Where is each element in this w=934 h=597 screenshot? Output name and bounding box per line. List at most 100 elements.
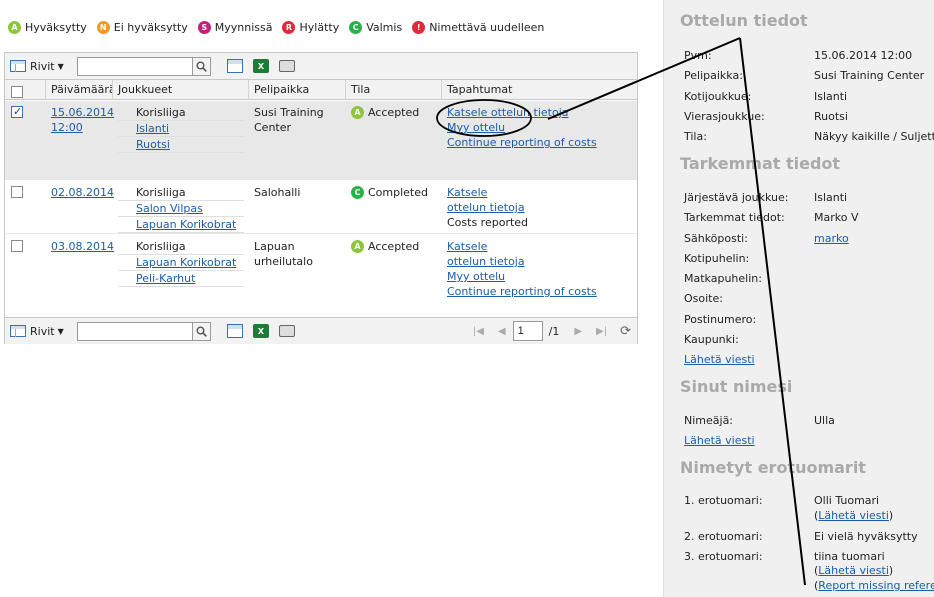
date-cell: 15.06.2014 12:00 bbox=[46, 101, 114, 179]
magnifier-icon[interactable] bbox=[193, 56, 211, 76]
row-checkbox[interactable] bbox=[11, 186, 23, 198]
referee-label: 2. erotuomari: bbox=[684, 530, 763, 543]
last-page-icon[interactable]: ▶| bbox=[596, 326, 607, 337]
accepted-status-icon: A bbox=[351, 106, 364, 119]
view-match-link[interactable]: Katsele ottelun tietoja bbox=[447, 240, 525, 268]
rows-label: Rivit bbox=[30, 324, 55, 338]
view-match-link[interactable]: Katsele ottelun tietoja bbox=[447, 106, 569, 119]
col-header-teams[interactable]: Joukkueet bbox=[113, 80, 249, 100]
sell-match-link[interactable]: Myy ottelu bbox=[447, 121, 505, 134]
league-name: Korisliiga bbox=[118, 239, 244, 255]
send-message-link[interactable]: Lähetä viesti bbox=[684, 353, 755, 366]
column-chooser-icon[interactable] bbox=[227, 59, 243, 73]
legend-label: Nimettävä uudelleen bbox=[429, 21, 545, 34]
excel-export-icon[interactable]: X bbox=[253, 59, 269, 73]
more-details-title: Tarkemmat tiedot bbox=[680, 154, 841, 173]
refresh-icon[interactable]: ⟳ bbox=[620, 324, 631, 339]
team-link[interactable]: Peli-Karhut bbox=[136, 272, 195, 285]
referee-value: tiina tuomari bbox=[814, 550, 885, 563]
date-link[interactable]: 02.08.2014 bbox=[51, 186, 114, 199]
page-number-input[interactable] bbox=[512, 321, 543, 341]
detail-label: Matkapuhelin: bbox=[684, 272, 762, 285]
printer-icon[interactable] bbox=[279, 60, 295, 72]
nominated-by-title: Sinut nimesi bbox=[680, 377, 793, 396]
send-message-link[interactable]: Lähetä viesti bbox=[684, 434, 755, 447]
league-name: Korisliiga bbox=[118, 105, 244, 121]
team-link[interactable]: Ruotsi bbox=[136, 138, 170, 151]
team-link[interactable]: Islanti bbox=[136, 122, 169, 135]
state-label: Completed bbox=[368, 186, 428, 199]
legend-label: Ei hyväksytty bbox=[113, 21, 188, 34]
col-header-events[interactable]: Tapahtumat bbox=[442, 80, 637, 100]
league-name: Korisliiga bbox=[118, 185, 244, 201]
detail-label: Sähköposti: bbox=[684, 232, 748, 245]
team-link[interactable]: Lapuan Korikobrat bbox=[136, 256, 236, 269]
detail-label: Osoite: bbox=[684, 292, 723, 305]
row-checkbox[interactable] bbox=[11, 104, 23, 119]
row-select-cell bbox=[5, 181, 46, 233]
send-message-link[interactable]: Lähetä viesti bbox=[818, 564, 889, 577]
table-row[interactable]: 02.08.2014 Korisliiga Salon Vilpas Lapua… bbox=[5, 181, 637, 234]
report-missing-referee-link[interactable]: Report missing referee bbox=[818, 579, 934, 592]
next-page-icon[interactable]: ▶ bbox=[574, 326, 582, 337]
time-link[interactable]: 12:00 bbox=[51, 121, 83, 134]
place-cell: Susi Training Center bbox=[254, 106, 324, 134]
send-message-link[interactable]: Lähetä viesti bbox=[818, 509, 889, 522]
detail-label: Järjestävä joukkue: bbox=[684, 191, 789, 204]
view-match-link[interactable]: Katsele ottelun tietoja bbox=[447, 186, 525, 214]
col-header-place[interactable]: Pelipaikka bbox=[249, 80, 346, 100]
row-checkbox[interactable] bbox=[11, 240, 23, 252]
detail-value: Susi Training Center bbox=[814, 69, 925, 82]
caret-down-icon: ▼ bbox=[57, 326, 64, 336]
place-label: Lapuan urheilutalo bbox=[254, 240, 313, 268]
search-input[interactable] bbox=[77, 56, 193, 76]
completed-status-icon: C bbox=[349, 21, 363, 34]
detail-label: Tila: bbox=[684, 130, 707, 143]
grid-rows-icon bbox=[10, 325, 26, 337]
prev-page-icon[interactable]: ◀ bbox=[498, 326, 506, 337]
col-header-date[interactable]: Päivämäärä bbox=[46, 80, 113, 100]
select-all-checkbox[interactable] bbox=[11, 86, 23, 98]
select-all-cell bbox=[5, 80, 46, 100]
teams-cell: Korisliiga Lapuan Korikobrat Peli-Karhut bbox=[113, 235, 249, 315]
search-input[interactable] bbox=[77, 321, 193, 341]
not-accepted-status-icon: N bbox=[96, 21, 110, 34]
first-page-icon[interactable]: |◀ bbox=[473, 326, 484, 337]
detail-label: Kaupunki: bbox=[684, 333, 739, 346]
email-link[interactable]: marko bbox=[814, 232, 849, 245]
table-row[interactable]: 03.08.2014 Korisliiga Lapuan Korikobrat … bbox=[5, 235, 637, 315]
excel-export-icon[interactable]: X bbox=[253, 324, 269, 338]
teams-cell: Korisliiga Salon Vilpas Lapuan Korikobra… bbox=[113, 181, 249, 233]
accepted-status-icon: A bbox=[351, 240, 364, 253]
detail-label: Tarkemmat tiedot: bbox=[684, 211, 785, 224]
continue-costs-link[interactable]: Continue reporting of costs bbox=[447, 285, 597, 298]
state-cell: C Completed bbox=[346, 181, 442, 233]
team-link[interactable]: Lapuan Korikobrat bbox=[136, 218, 236, 231]
teams-cell: Korisliiga Islanti Ruotsi bbox=[113, 101, 249, 179]
referees-title: Nimetyt erotuomarit bbox=[680, 458, 866, 477]
detail-value: 15.06.2014 12:00 bbox=[814, 49, 913, 62]
date-cell: 02.08.2014 bbox=[46, 181, 114, 233]
detail-value: Islanti bbox=[814, 90, 848, 103]
match-details-panel: Ottelun tiedot Pvm: 15.06.2014 12:00 Pel… bbox=[663, 0, 934, 597]
column-chooser-icon[interactable] bbox=[227, 324, 243, 338]
date-link[interactable]: 03.08.2014 bbox=[51, 240, 114, 253]
sell-match-link[interactable]: Myy ottelu bbox=[447, 270, 505, 283]
date-link[interactable]: 15.06.2014 bbox=[51, 106, 114, 119]
referee-value: Ei vielä hyväksytty bbox=[814, 530, 918, 543]
rows-menu-button[interactable]: Rivit ▼ bbox=[10, 60, 74, 73]
grid-toolbar-top: Rivit ▼ X bbox=[5, 53, 637, 80]
continue-costs-link[interactable]: Continue reporting of costs bbox=[447, 136, 597, 149]
nominator-label: Nimeäjä: bbox=[684, 414, 734, 427]
detail-label: Pvm: bbox=[684, 49, 712, 62]
col-header-state[interactable]: Tila bbox=[346, 80, 442, 100]
row-select-cell bbox=[5, 101, 46, 179]
team-link[interactable]: Salon Vilpas bbox=[136, 202, 203, 215]
table-row[interactable]: 15.06.2014 12:00 Korisliiga Islanti Ruot… bbox=[5, 101, 637, 180]
matches-grid: Rivit ▼ X Päivämäärä Joukkueet Pelipaikk… bbox=[4, 52, 638, 344]
printer-icon[interactable] bbox=[279, 325, 295, 337]
state-label: Accepted bbox=[368, 240, 420, 253]
rows-menu-button[interactable]: Rivit ▼ bbox=[10, 325, 74, 338]
events-cell: Katsele ottelun tietoja Myy ottelu Conti… bbox=[442, 101, 637, 179]
magnifier-icon[interactable] bbox=[193, 321, 211, 341]
